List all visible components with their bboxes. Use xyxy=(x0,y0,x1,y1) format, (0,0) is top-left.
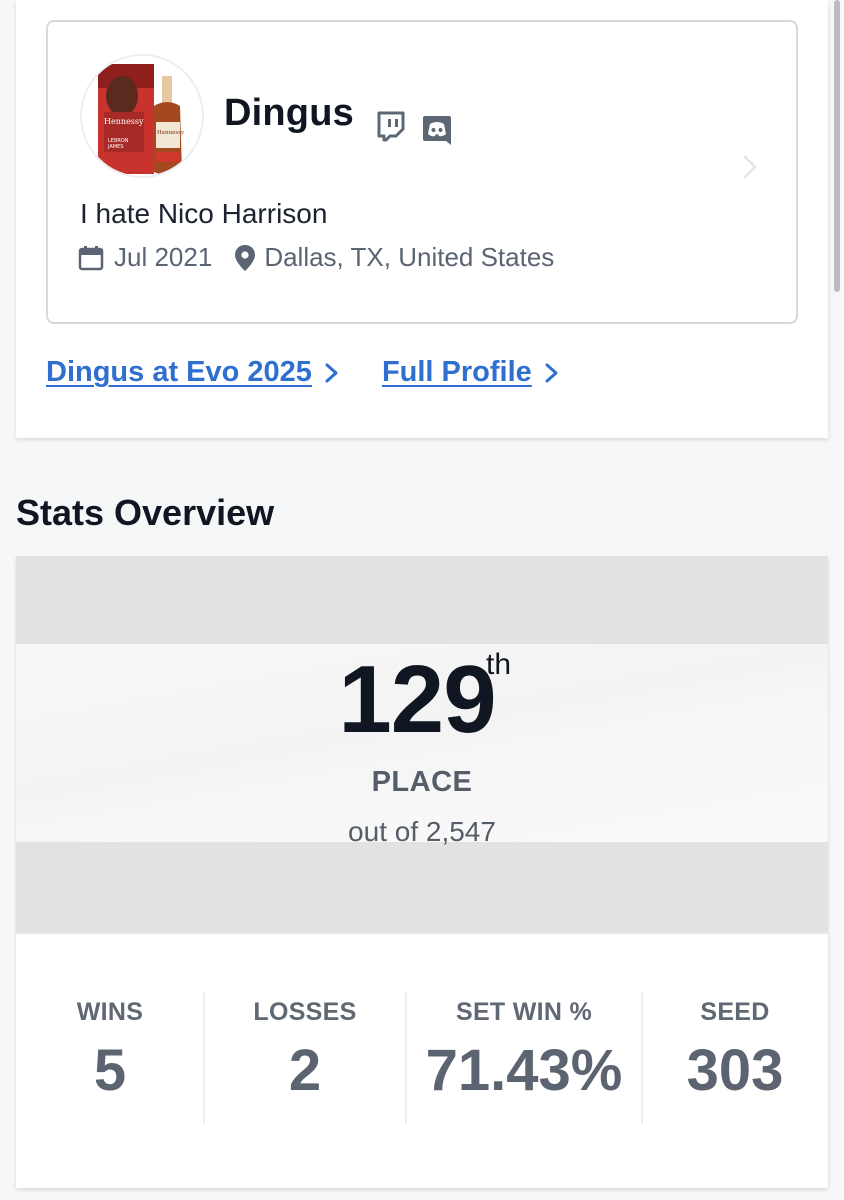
stat-seed: SEED 303 xyxy=(642,992,828,1126)
avatar: Hennessy LEBRON JAMES Hennessy xyxy=(80,54,204,178)
calendar-icon xyxy=(78,245,104,271)
profile-panel: Hennessy LEBRON JAMES Hennessy Dingus I … xyxy=(16,0,828,438)
stat-value: 303 xyxy=(686,1038,784,1103)
profile-card[interactable]: Hennessy LEBRON JAMES Hennessy Dingus I … xyxy=(46,20,798,324)
stat-set-win-percent: SET WIN % 71.43% xyxy=(406,992,642,1126)
stat-label: SEED xyxy=(700,998,770,1026)
profile-bio: I hate Nico Harrison xyxy=(80,198,328,229)
stat-wins: WINS 5 xyxy=(16,992,204,1126)
username: Dingus xyxy=(224,92,354,134)
profile-meta: Jul 2021 Dallas, TX, United States xyxy=(78,242,554,273)
discord-icon[interactable] xyxy=(422,114,452,146)
divider xyxy=(16,932,828,934)
event-link[interactable]: Dingus at Evo 2025 xyxy=(46,356,340,389)
placement-suffix: th xyxy=(486,648,512,681)
page-scrollbar[interactable] xyxy=(834,0,840,292)
chevron-right-icon xyxy=(325,363,338,382)
placement-number: 129 xyxy=(338,646,496,753)
avatar-image: Hennessy LEBRON JAMES Hennessy xyxy=(82,56,202,176)
chevron-right-icon xyxy=(545,363,558,382)
stat-label: WINS xyxy=(76,998,144,1026)
chevron-right-icon[interactable] xyxy=(742,154,758,180)
stat-value: 71.43% xyxy=(425,1038,623,1103)
stat-label: LOSSES xyxy=(253,998,357,1026)
location-pin-icon xyxy=(234,244,256,272)
stats-panel: 129 th PLACE out of 2,547 WINS 5 LOSSES … xyxy=(16,556,828,1188)
placement-banner: 129 th PLACE out of 2,547 xyxy=(16,556,828,932)
event-link-label: Dingus at Evo 2025 xyxy=(46,356,312,388)
location-text: Dallas, TX, United States xyxy=(264,242,555,272)
stat-value: 5 xyxy=(93,1038,127,1103)
joined-date: Jul 2021 xyxy=(114,242,213,272)
stat-label: SET WIN % xyxy=(455,998,593,1026)
placement-label: PLACE xyxy=(371,766,473,798)
profile-links: Dingus at Evo 2025 Full Profile xyxy=(46,356,560,389)
stat-losses: LOSSES 2 xyxy=(204,992,406,1126)
section-title: Stats Overview xyxy=(16,492,275,533)
twitch-icon[interactable] xyxy=(376,110,406,142)
full-profile-link-label: Full Profile xyxy=(381,356,532,388)
stat-value: 2 xyxy=(288,1038,322,1103)
placement-total: out of 2,547 xyxy=(348,816,496,847)
svg-text:Hennessy: Hennessy xyxy=(104,117,144,126)
page: Hennessy LEBRON JAMES Hennessy Dingus I … xyxy=(0,0,844,1200)
svg-text:JAMES: JAMES xyxy=(107,144,123,150)
svg-text:Hennessy: Hennessy xyxy=(157,130,185,136)
full-profile-link[interactable]: Full Profile xyxy=(382,356,560,389)
